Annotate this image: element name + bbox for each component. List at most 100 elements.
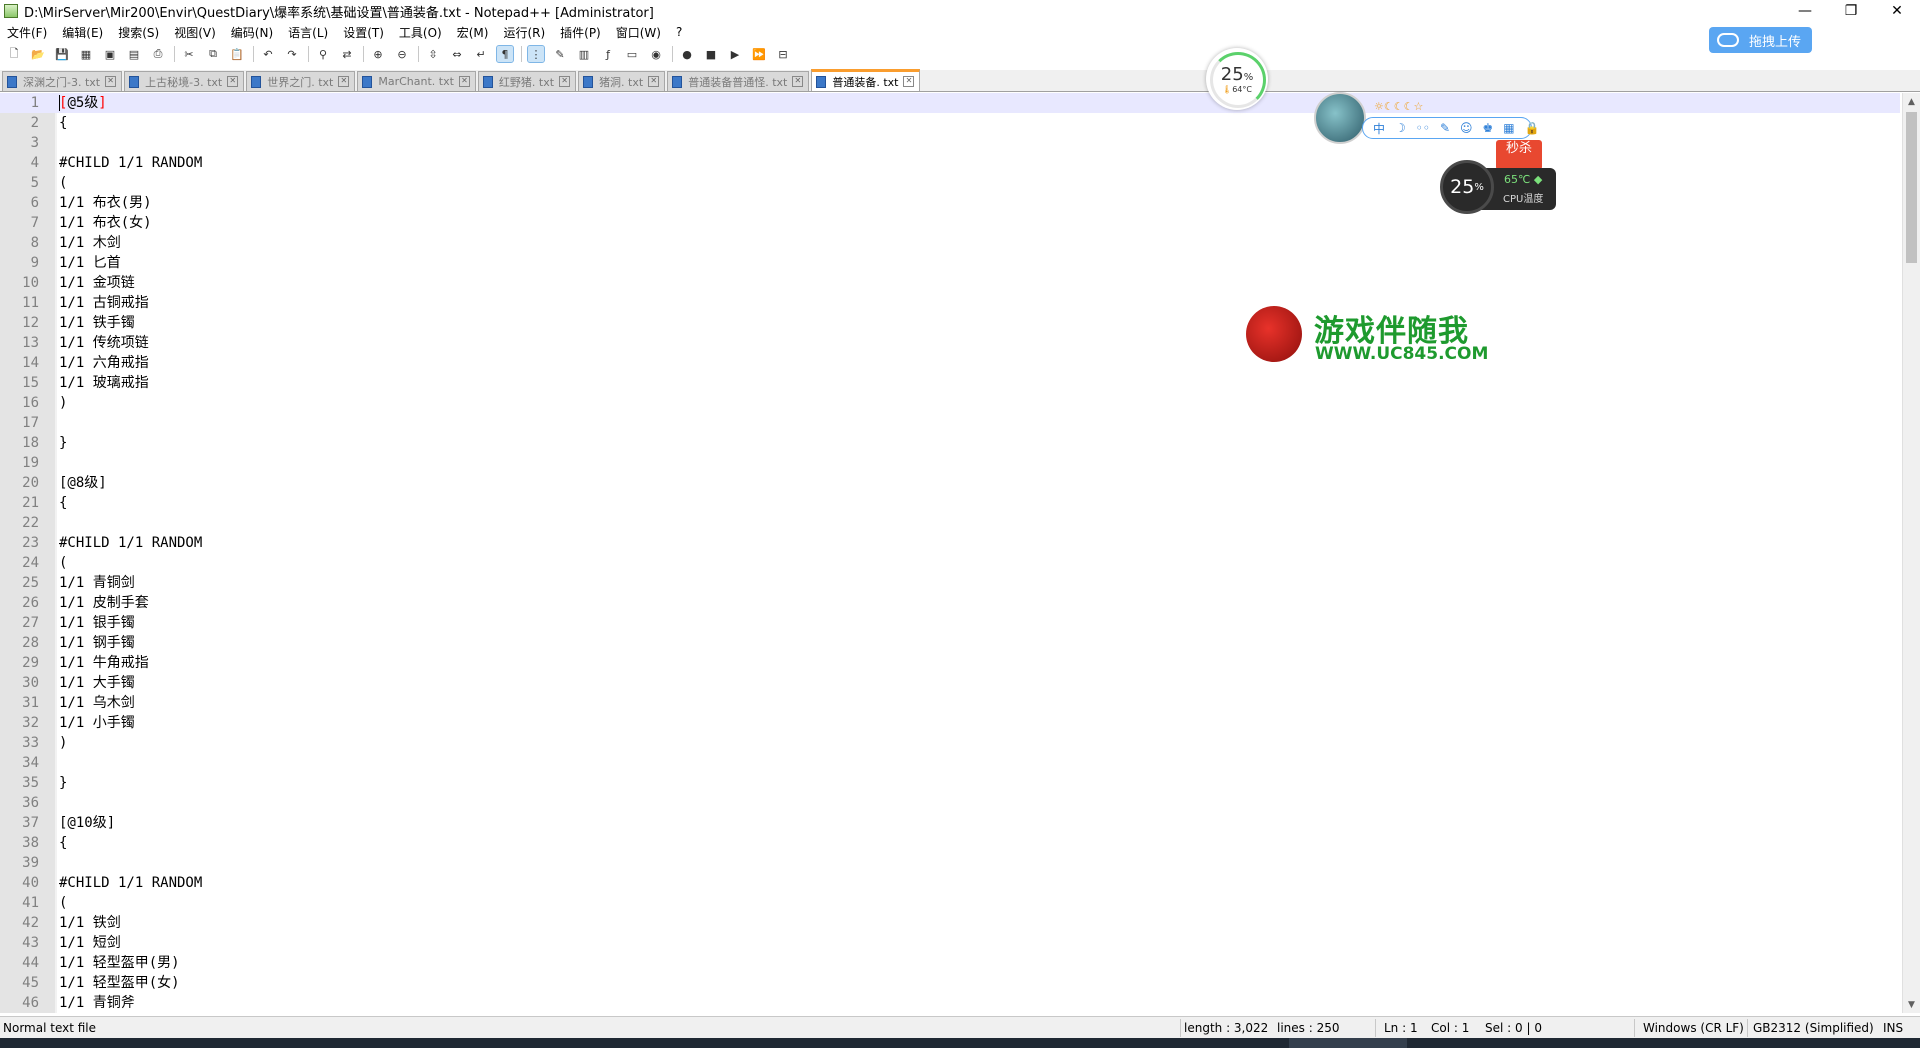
avatar[interactable]: [1314, 92, 1366, 144]
close-icon[interactable]: ▣: [102, 46, 118, 62]
stop-macro-icon[interactable]: ■: [703, 46, 719, 62]
sync-vertical-icon[interactable]: ⇳: [425, 46, 441, 62]
menu-item[interactable]: 编辑(E): [55, 24, 111, 41]
file-tab[interactable]: 红野猪. txt ✕: [477, 71, 577, 91]
editor-line[interactable]: 6 1/1 布衣(男): [0, 193, 1900, 213]
doc-map-icon[interactable]: ▥: [576, 46, 592, 62]
save-macro-icon[interactable]: ⊟: [775, 46, 791, 62]
quick-tool-icon[interactable]: ✎: [1440, 121, 1450, 135]
quick-tool-icon[interactable]: ☺: [1460, 121, 1473, 135]
editor-line[interactable]: 11 1/1 古铜戒指: [0, 293, 1900, 313]
tab-close-icon[interactable]: ✕: [903, 76, 915, 87]
menu-item[interactable]: 运行(R): [496, 24, 553, 41]
user-language-icon[interactable]: ✎: [552, 46, 568, 62]
editor-line[interactable]: 45 1/1 轻型盔甲(女): [0, 973, 1900, 993]
editor-line[interactable]: 44 1/1 轻型盔甲(男): [0, 953, 1900, 973]
tab-close-icon[interactable]: ✕: [338, 76, 350, 87]
editor-line[interactable]: 35}: [0, 773, 1900, 793]
file-tab[interactable]: 上古秘境-3. txt ✕: [124, 71, 245, 91]
editor-line[interactable]: 34: [0, 753, 1900, 773]
quick-tool-icon[interactable]: ◦◦: [1416, 121, 1430, 135]
editor-line[interactable]: 16): [0, 393, 1900, 413]
editor-line[interactable]: 42 1/1 铁剑: [0, 913, 1900, 933]
menu-item[interactable]: 语言(L): [281, 24, 336, 41]
new-file-icon[interactable]: 🗋: [6, 46, 22, 62]
show-all-chars-icon[interactable]: ¶: [496, 45, 514, 63]
editor-line[interactable]: 25 1/1 青铜剑: [0, 573, 1900, 593]
menu-item[interactable]: 设置(T): [336, 24, 392, 41]
file-tab[interactable]: 普通装备普通怪. txt ✕: [667, 71, 810, 91]
tab-close-icon[interactable]: ✕: [792, 76, 804, 87]
folder-workspace-icon[interactable]: ▭: [624, 46, 640, 62]
tab-close-icon[interactable]: ✕: [105, 76, 117, 87]
maximize-button[interactable]: ❐: [1828, 0, 1874, 22]
cpu-temperature-widget[interactable]: 25% 65℃ ◆ CPU温度: [1440, 160, 1556, 218]
scroll-up-arrow-icon[interactable]: ▲: [1903, 93, 1920, 110]
quick-tool-icon[interactable]: ♚: [1483, 121, 1494, 135]
save-all-icon[interactable]: ▦: [78, 46, 94, 62]
quick-tool-icon[interactable]: 中: [1373, 120, 1385, 137]
editor-line[interactable]: 33): [0, 733, 1900, 753]
status-eol[interactable]: Windows (CR LF): [1643, 1021, 1744, 1035]
menu-item[interactable]: 搜索(S): [111, 24, 167, 41]
editor-line[interactable]: 27 1/1 银手镯: [0, 613, 1900, 633]
editor-line[interactable]: 12 1/1 铁手镯: [0, 313, 1900, 333]
file-tab[interactable]: 世界之门. txt ✕: [246, 71, 356, 91]
editor-line[interactable]: 9 1/1 匕首: [0, 253, 1900, 273]
redo-icon[interactable]: ↷: [284, 46, 300, 62]
quick-tool-icon[interactable]: 🔒: [1525, 121, 1540, 135]
copy-icon[interactable]: ⧉: [205, 46, 221, 62]
scroll-thumb[interactable]: [1906, 112, 1917, 263]
editor-line[interactable]: 23 #CHILD 1/1 RANDOM: [0, 533, 1900, 553]
file-tab[interactable]: 猪洞. txt ✕: [578, 71, 666, 91]
editor-line[interactable]: 5(: [0, 173, 1900, 193]
editor-line[interactable]: 14 1/1 六角戒指: [0, 353, 1900, 373]
zoom-in-icon[interactable]: ⊕: [370, 46, 386, 62]
editor-line[interactable]: 29 1/1 牛角戒指: [0, 653, 1900, 673]
quick-tool-icon[interactable]: ☽: [1395, 121, 1406, 135]
editor-line[interactable]: 36: [0, 793, 1900, 813]
zoom-out-icon[interactable]: ⊖: [394, 46, 410, 62]
editor-line[interactable]: 15 1/1 玻璃戒指: [0, 373, 1900, 393]
editor-line[interactable]: 41 (: [0, 893, 1900, 913]
tab-close-icon[interactable]: ✕: [559, 76, 571, 87]
paste-icon[interactable]: 📋: [229, 46, 245, 62]
tab-close-icon[interactable]: ✕: [227, 76, 239, 87]
editor-line[interactable]: 7 1/1 布衣(女): [0, 213, 1900, 233]
print-icon[interactable]: ⎙: [150, 46, 166, 62]
menu-item[interactable]: 插件(P): [553, 24, 609, 41]
editor-line[interactable]: 2{: [0, 113, 1900, 133]
menu-item[interactable]: 工具(O): [392, 24, 450, 41]
editor-line[interactable]: 24 (: [0, 553, 1900, 573]
editor-line[interactable]: 31 1/1 乌木剑: [0, 693, 1900, 713]
editor[interactable]: 1 [@5级] 2{3 4 #CHILD 1/1 RANDOM 5(6 1/1 布衣(男) 7…: [0, 93, 1920, 1013]
editor-line[interactable]: 8 1/1 木剑: [0, 233, 1900, 253]
editor-line[interactable]: 22: [0, 513, 1900, 533]
scroll-down-arrow-icon[interactable]: ▼: [1903, 996, 1920, 1013]
editor-line[interactable]: 38 {: [0, 833, 1900, 853]
play-macro-icon[interactable]: ▶: [727, 46, 743, 62]
replace-icon[interactable]: ⇄: [339, 46, 355, 62]
minimize-button[interactable]: —: [1782, 0, 1828, 22]
editor-line[interactable]: 20 [@8级]: [0, 473, 1900, 493]
menu-item[interactable]: 视图(V): [167, 24, 224, 41]
cut-icon[interactable]: ✂: [181, 46, 197, 62]
status-insert-mode[interactable]: INS: [1883, 1021, 1903, 1035]
editor-line[interactable]: 21 {: [0, 493, 1900, 513]
function-list-icon[interactable]: ƒ: [600, 46, 616, 62]
monitor-icon[interactable]: ◉: [648, 46, 664, 62]
menu-item[interactable]: ?: [669, 25, 690, 39]
record-macro-icon[interactable]: ●: [679, 46, 695, 62]
editor-line[interactable]: 39: [0, 853, 1900, 873]
menu-item[interactable]: 宏(M): [450, 24, 497, 41]
editor-line[interactable]: 28 1/1 钢手镯: [0, 633, 1900, 653]
editor-line[interactable]: 40 #CHILD 1/1 RANDOM: [0, 873, 1900, 893]
taskbar-item[interactable]: [1289, 1038, 1407, 1048]
menu-item[interactable]: 文件(F): [0, 24, 55, 41]
save-icon[interactable]: 💾: [54, 46, 70, 62]
run-macro-multiple-icon[interactable]: ⏩: [751, 46, 767, 62]
editor-line[interactable]: 30 1/1 大手镯: [0, 673, 1900, 693]
editor-line[interactable]: 37 [@10级]: [0, 813, 1900, 833]
close-all-icon[interactable]: ▤: [126, 46, 142, 62]
editor-line[interactable]: 4 #CHILD 1/1 RANDOM: [0, 153, 1900, 173]
